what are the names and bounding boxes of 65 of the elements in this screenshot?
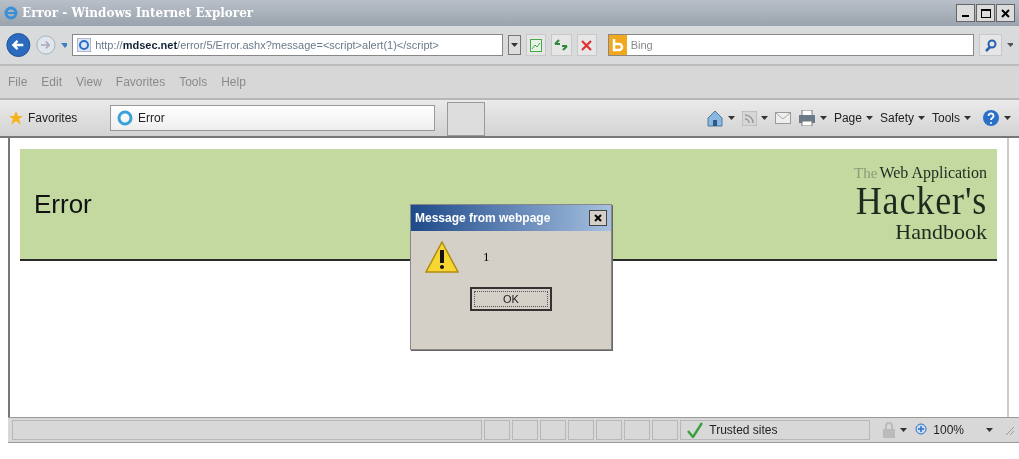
window-title: Error - Windows Internet Explorer bbox=[22, 6, 255, 20]
caret-icon bbox=[986, 428, 993, 432]
checkmark-icon bbox=[687, 422, 704, 438]
ok-button[interactable]: OK bbox=[470, 287, 552, 311]
page-icon bbox=[77, 38, 92, 52]
status-pane bbox=[540, 420, 567, 440]
status-pane bbox=[596, 420, 623, 440]
favorites-button[interactable]: Favorites bbox=[8, 110, 106, 126]
caret-icon bbox=[900, 428, 908, 432]
dialog-close-button[interactable] bbox=[589, 210, 607, 226]
printer-icon[interactable] bbox=[797, 110, 816, 126]
status-pane bbox=[624, 420, 651, 440]
close-icon bbox=[1001, 8, 1010, 18]
refresh-icon bbox=[554, 39, 569, 51]
warning-icon bbox=[425, 241, 459, 273]
zoom-icon bbox=[915, 423, 930, 437]
address-field[interactable]: http://mdsec.net/error/5/Error.ashx?message=<script>alert(1)</script> bbox=[72, 34, 503, 56]
maximize-icon bbox=[980, 8, 991, 18]
caret-icon bbox=[510, 43, 518, 47]
dialog-title: Message from webpage bbox=[415, 211, 551, 225]
history-dropdown-icon[interactable] bbox=[60, 42, 68, 48]
back-button[interactable] bbox=[6, 30, 31, 60]
command-menu[interactable]: Page bbox=[833, 111, 873, 125]
logo-text: Handbook bbox=[895, 221, 987, 243]
resize-grip-icon[interactable] bbox=[1003, 424, 1015, 436]
browser-logo-icon bbox=[4, 6, 18, 20]
address-dropdown-button[interactable] bbox=[507, 35, 522, 55]
close-button[interactable] bbox=[996, 4, 1015, 22]
help-icon[interactable] bbox=[982, 109, 1000, 127]
search-button[interactable] bbox=[978, 34, 1003, 56]
caret-icon bbox=[918, 116, 925, 120]
feed-icon[interactable] bbox=[741, 110, 757, 126]
stop-icon bbox=[581, 39, 593, 51]
search-options-icon[interactable] bbox=[1007, 43, 1013, 47]
caret-icon bbox=[865, 116, 873, 120]
security-zone: Trusted sites bbox=[680, 420, 871, 440]
url-text: http://mdsec.net/error/5/Error.ashx?message=<script>alert(1)</script> bbox=[95, 39, 440, 51]
status-pane bbox=[512, 420, 539, 440]
home-icon[interactable] bbox=[705, 109, 724, 127]
zoom-control[interactable]: 100% bbox=[915, 423, 993, 437]
refresh-button[interactable] bbox=[551, 34, 572, 56]
caret-icon bbox=[1004, 116, 1011, 120]
search-icon bbox=[984, 38, 997, 52]
caret-icon bbox=[727, 116, 735, 120]
browser-tab[interactable]: Error bbox=[110, 105, 435, 131]
logo-text: Hacker's bbox=[855, 181, 987, 221]
command-menu[interactable]: Safety bbox=[879, 111, 925, 125]
maximize-button[interactable] bbox=[976, 4, 995, 22]
loading-icon bbox=[117, 110, 133, 126]
status-pane bbox=[652, 420, 679, 440]
logo-text: The bbox=[854, 166, 878, 181]
caret-icon bbox=[964, 116, 971, 120]
minimize-button[interactable] bbox=[956, 4, 975, 22]
stop-button[interactable] bbox=[576, 34, 597, 56]
caret-icon bbox=[760, 116, 768, 120]
status-pane bbox=[568, 420, 595, 440]
mail-icon[interactable] bbox=[774, 112, 791, 124]
caret-icon bbox=[819, 116, 827, 120]
star-icon bbox=[8, 110, 24, 126]
page-heading: Error bbox=[34, 188, 92, 220]
logo-text: Web Application bbox=[879, 165, 987, 181]
close-icon bbox=[594, 214, 602, 222]
chart-page-icon bbox=[530, 38, 543, 52]
command-menu[interactable]: Tools bbox=[932, 111, 971, 125]
dialog-message: 1 bbox=[483, 249, 490, 265]
